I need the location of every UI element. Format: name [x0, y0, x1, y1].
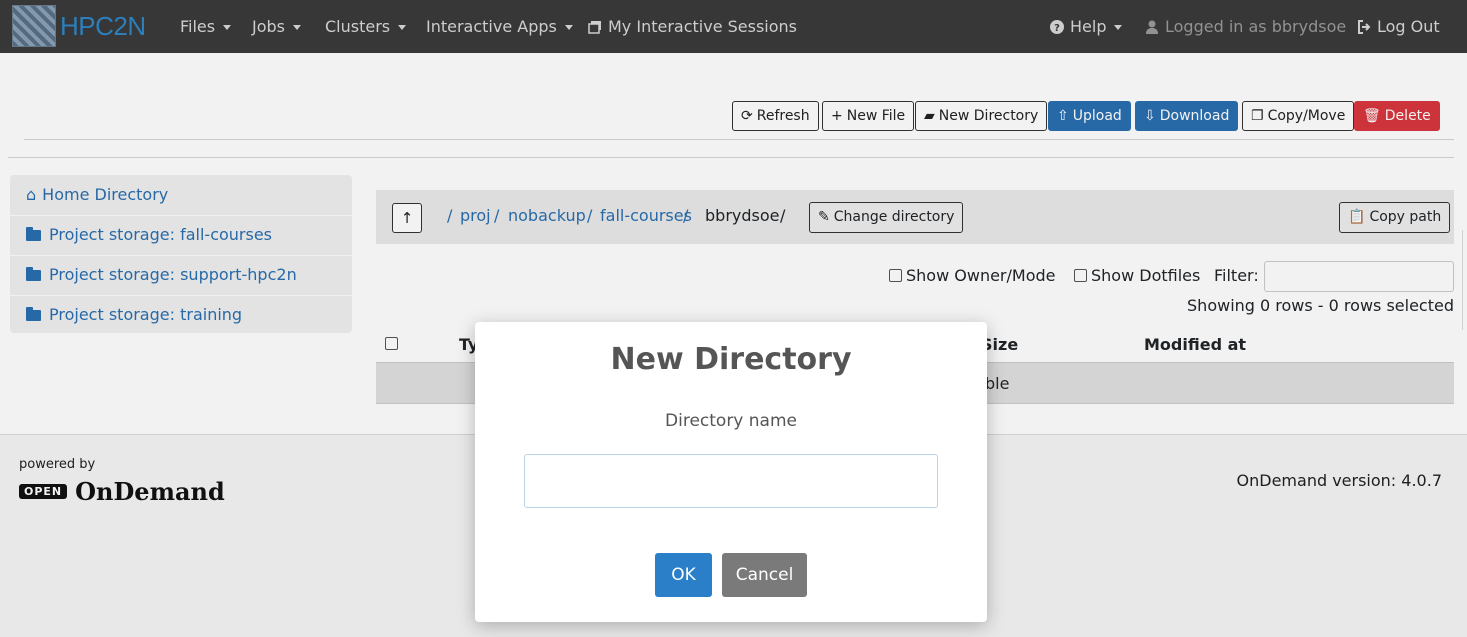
directory-name-input[interactable] [524, 454, 938, 508]
ok-button[interactable]: OK [655, 553, 712, 597]
new-directory-dialog: New Directory Directory name OK Cancel [475, 322, 987, 622]
directory-name-label: Directory name [665, 411, 797, 431]
dialog-title: New Directory [610, 342, 852, 377]
cancel-button[interactable]: Cancel [722, 553, 807, 597]
